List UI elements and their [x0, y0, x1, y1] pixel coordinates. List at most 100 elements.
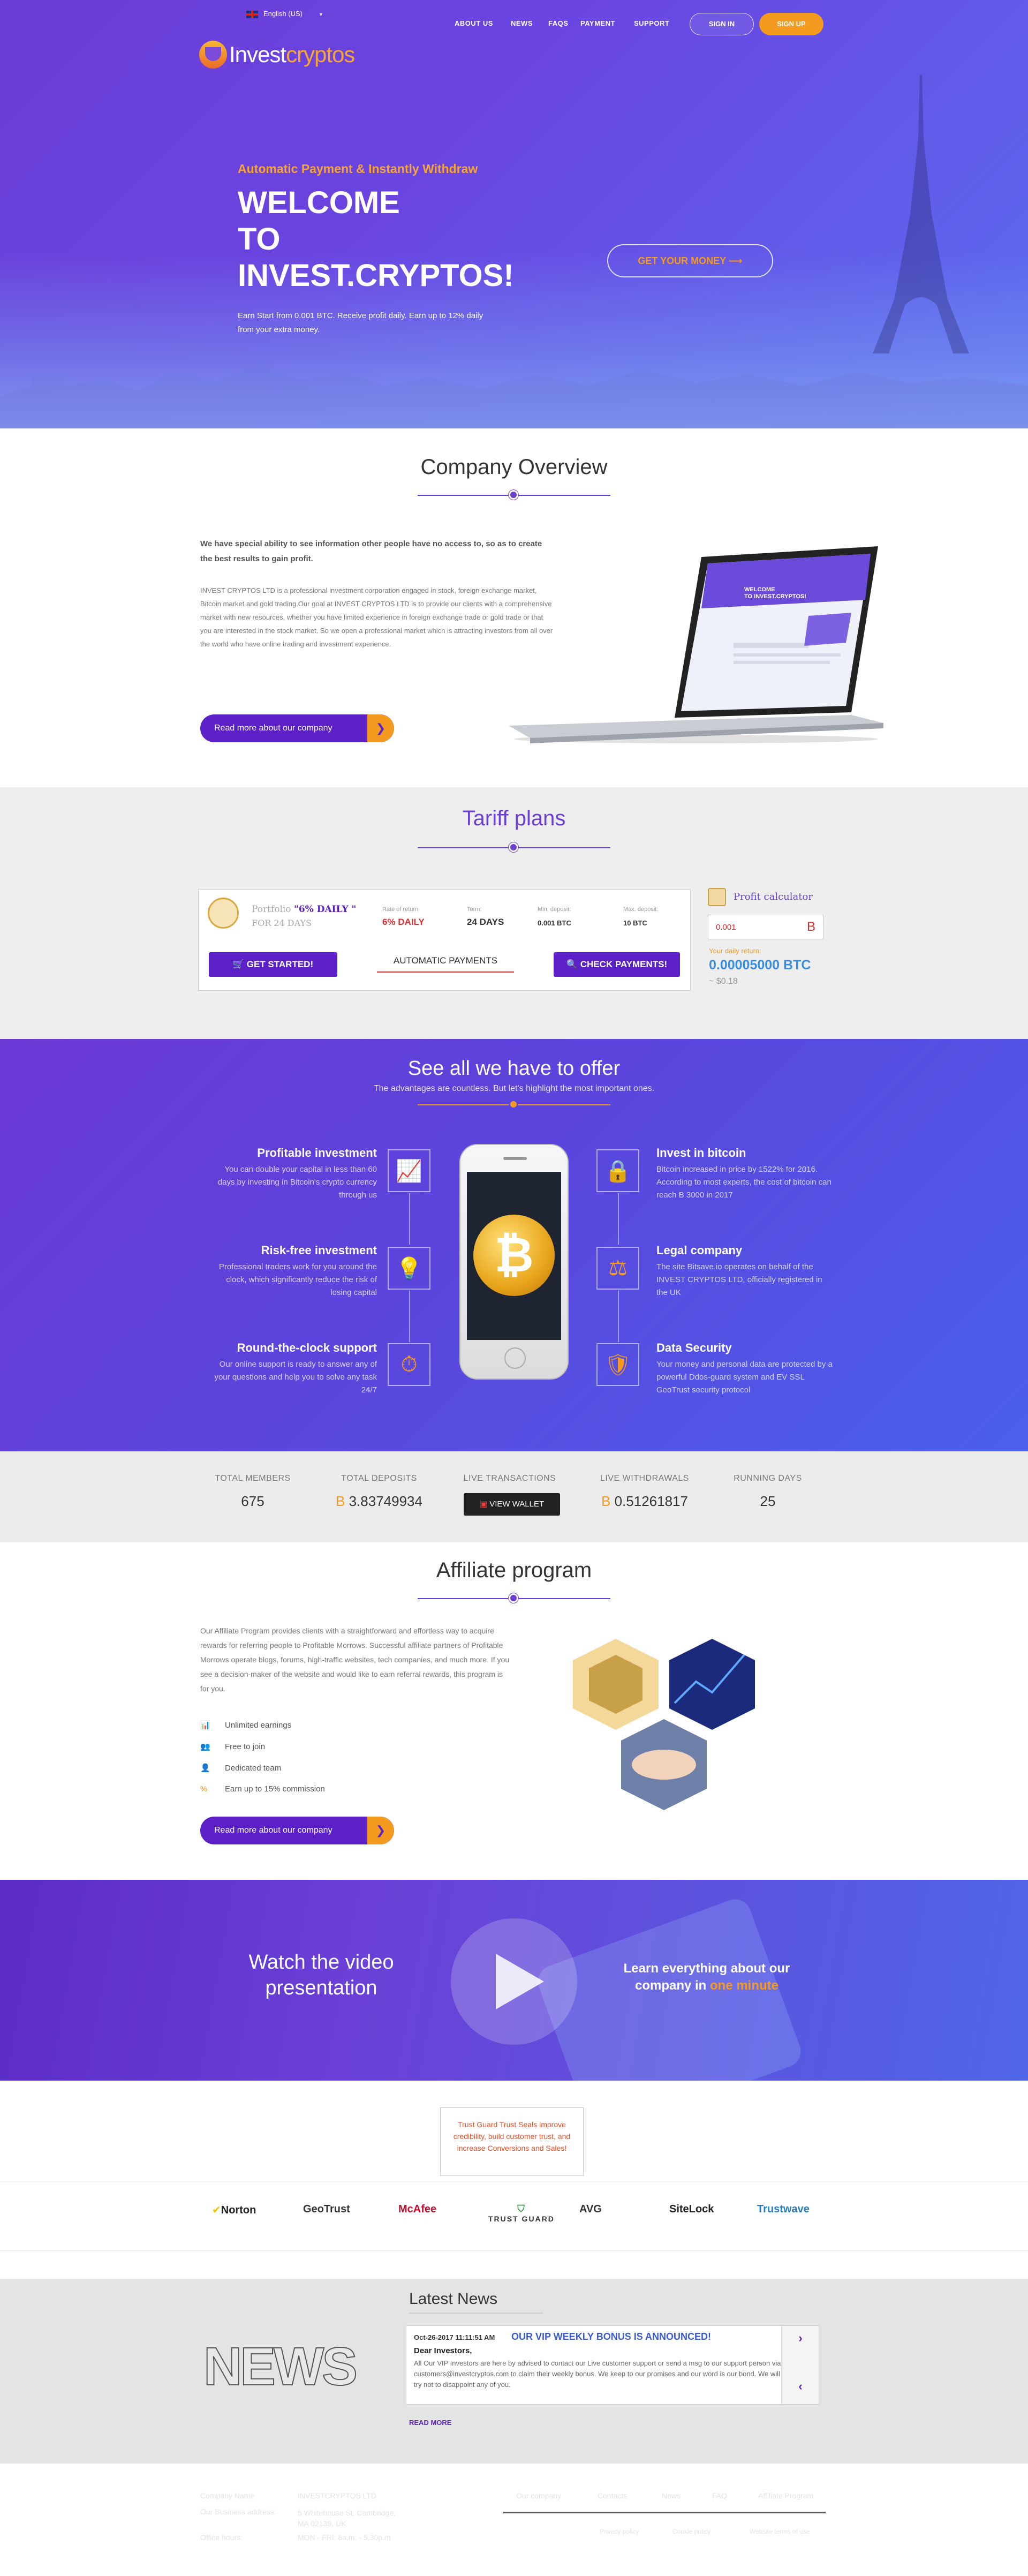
calculator-amount-value: 0.001 [716, 923, 736, 932]
footer-link-contacts[interactable]: Contacts [598, 2491, 627, 2500]
news-headline[interactable]: OUR VIP WEEKLY BONUS IS ANNOUNCED! [511, 2331, 711, 2342]
stat-value: 25 [760, 1493, 776, 1509]
portfolio-name: Portfolio "6% DAILY " [252, 904, 356, 915]
site-logo[interactable]: Invest cryptos [199, 39, 355, 71]
trust-guard-shield-icon: ⛉ [517, 2203, 526, 2214]
stat-label: RUNNING DAYS [734, 1474, 802, 1483]
mcafee-logo[interactable]: McAfee [398, 2203, 436, 2216]
bulb-icon: 💡 [388, 1247, 430, 1290]
avg-logo[interactable]: AVG [579, 2203, 602, 2216]
portfolio-plan-name: "6% DAILY " [293, 904, 357, 915]
offer-right-3-text: Your money and personal data are protect… [656, 1360, 833, 1395]
automatic-payments-label: AUTOMATIC PAYMENTS [377, 955, 514, 973]
wallet-icon: ▣ [479, 1500, 490, 1509]
logo-text-cryptos: cryptos [286, 42, 355, 67]
nav-support[interactable]: SUPPORT [634, 19, 669, 27]
safe-icon: 🔒 [596, 1149, 639, 1192]
coins-icon [208, 898, 239, 929]
min-deposit-value: 0.001 BTC [538, 919, 571, 927]
stat-value-wrap: B 3.83749934 [326, 1493, 433, 1510]
news-read-more-link[interactable]: READ MORE [409, 2419, 451, 2427]
btc-icon: B [601, 1493, 611, 1509]
offer-right-2-text: The site Bitsave.io operates on behalf o… [656, 1262, 822, 1297]
laptop-image: WELCOME TO INVEST.CRYPTOS! [509, 541, 883, 744]
arrow-right-icon: ⟶ [728, 255, 743, 266]
trustwave-logo[interactable]: Trustwave [757, 2203, 810, 2216]
get-your-money-button[interactable]: GET YOUR MONEY ⟶ [607, 244, 773, 277]
check-icon: ✔ [212, 2204, 221, 2216]
play-video-button[interactable] [451, 1918, 577, 2045]
video-left-line1: Watch the video [248, 1951, 394, 1974]
footer-link-privacy[interactable]: Privacy policy [600, 2528, 639, 2535]
stat-label: TOTAL DEPOSITS [341, 1474, 417, 1483]
footer-link-affiliate[interactable]: Affiliate Program [758, 2491, 813, 2500]
nav-news[interactable]: NEWS [511, 19, 533, 27]
nav-about-us[interactable]: ABOUT US [455, 19, 493, 27]
hero-title: WELCOME TO INVEST.CRYPTOS! [238, 185, 559, 294]
language-selector[interactable]: English (US) ▼ [246, 10, 323, 18]
play-icon [496, 1954, 544, 2009]
sign-in-button[interactable]: SIGN IN [690, 13, 754, 35]
stat-live-withdrawals: LIVE WITHDRAWALS B 0.51261817 [591, 1474, 698, 1510]
laptop-screen-title: WELCOME TO INVEST.CRYPTOS! [744, 586, 806, 600]
stat-total-members: TOTAL MEMBERS 675 [199, 1474, 306, 1510]
footer-company-value: INVESTCRYPTOS LTD [298, 2491, 377, 2500]
percent-icon: % [200, 1784, 208, 1794]
footer-link-faq[interactable]: FAQ [712, 2491, 727, 2500]
footer-link-company[interactable]: Our company [516, 2491, 561, 2500]
affiliate-hexagon-images [568, 1633, 782, 1848]
max-deposit-value: 10 BTC [623, 919, 647, 927]
stat-total-deposits: TOTAL DEPOSITS B 3.83749934 [326, 1474, 433, 1510]
team-icon: 👤 [200, 1764, 210, 1773]
rate-value: 6% DAILY [382, 917, 425, 927]
hero-title-line1: WELCOME [238, 185, 400, 220]
footer-link-terms[interactable]: Website terms of use [750, 2528, 810, 2535]
phone-screen: ₿ [467, 1172, 561, 1340]
check-icon: 🔍 [566, 959, 580, 969]
laptop-screen-title-l2: TO INVEST.CRYPTOS! [744, 593, 806, 600]
footer [0, 2464, 1028, 2576]
offer-connector-right-1 [618, 1193, 619, 1245]
sitelock-logo[interactable]: SiteLock [669, 2203, 714, 2216]
affiliate-read-more-label: Read more about our company [214, 1826, 332, 1835]
affiliate-item: 👥 Free to join [200, 1742, 265, 1751]
footer-address-value: 5 Whitehouse St, Cambridge, MA 02139, UK [298, 2509, 396, 2528]
get-started-label: GET STARTED! [246, 959, 314, 969]
view-wallet-button[interactable]: ▣ VIEW WALLET [464, 1493, 560, 1516]
latest-news-title: Latest News [409, 2290, 498, 2308]
offer-right-1-text: Bitcoin increased in price by 1522% for … [656, 1165, 832, 1200]
trust-guard-logo[interactable]: ⛉ TRUST GUARD [488, 2203, 555, 2223]
hero-subtitle: Automatic Payment & Instantly Withdraw [238, 162, 478, 176]
calculator-amount-input[interactable]: 0.001 B [708, 915, 823, 939]
offer-left-2-text: Professional traders work for you around… [218, 1262, 377, 1297]
geotrust-logo[interactable]: GeoTrust [303, 2203, 350, 2216]
overview-read-more-button[interactable]: Read more about our company ❯ [200, 714, 394, 742]
offer-left-3-title: Round-the-clock support [237, 1341, 377, 1354]
norton-label: Norton [221, 2204, 256, 2216]
get-started-button[interactable]: 🛒 GET STARTED! [209, 952, 337, 977]
check-payments-button[interactable]: 🔍 CHECK PAYMENTS! [554, 952, 680, 977]
stat-label: LIVE WITHDRAWALS [600, 1474, 689, 1483]
daily-return-usd: ~ $0.18 [709, 977, 738, 986]
nav-payment[interactable]: PAYMENT [580, 19, 615, 27]
footer-link-cookie[interactable]: Cookie policy [672, 2528, 710, 2535]
earnings-icon: 📊 [200, 1721, 210, 1730]
affiliate-read-more-button[interactable]: Read more about our company ❯ [200, 1817, 394, 1844]
max-deposit-label: Max. deposit: [623, 906, 659, 913]
affiliate-item: % Earn up to 15% commission [200, 1784, 325, 1794]
stat-label: TOTAL MEMBERS [215, 1474, 291, 1483]
chart-icon: 📈 [388, 1149, 430, 1192]
trust-guard-tooltip: Trust Guard Trust Seals improve credibil… [440, 2107, 584, 2176]
check-payments-label: CHECK PAYMENTS! [580, 959, 668, 969]
footer-link-news[interactable]: News [662, 2491, 681, 2500]
sign-up-button[interactable]: SIGN UP [759, 13, 823, 35]
news-prev-arrow-icon[interactable]: ‹ [782, 2379, 819, 2393]
norton-logo[interactable]: ✔Norton [212, 2203, 256, 2217]
affiliate-item-label: Earn up to 15% commission [225, 1784, 325, 1794]
footer-hours-label: Office hours: [200, 2533, 243, 2542]
news-next-arrow-icon[interactable]: › [782, 2331, 819, 2345]
hero-title-line3: INVEST.CRYPTOS! [238, 258, 514, 293]
daily-return-label: Your daily return: [709, 947, 761, 955]
chevron-right-icon: ❯ [367, 1817, 394, 1844]
nav-faqs[interactable]: FAQS [548, 19, 568, 27]
